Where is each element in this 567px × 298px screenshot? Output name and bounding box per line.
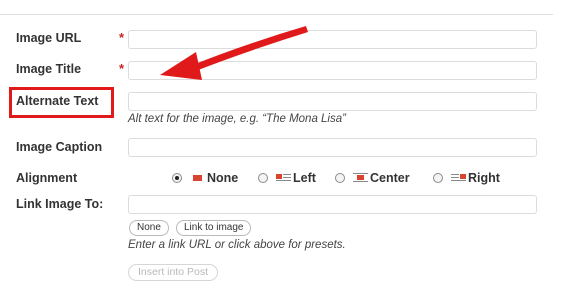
- annotation-arrow: [160, 26, 308, 80]
- image-url-label: Image URL: [16, 31, 82, 45]
- alignment-center-radio[interactable]: [335, 173, 345, 183]
- alignment-none-radio[interactable]: [172, 173, 182, 183]
- image-caption-input[interactable]: [128, 138, 537, 157]
- insert-into-post-button[interactable]: Insert into Post: [128, 264, 219, 281]
- align-none-icon: [193, 175, 202, 181]
- alignment-center-label: Center: [370, 171, 410, 185]
- link-url-input[interactable]: [128, 195, 537, 214]
- image-caption-label: Image Caption: [16, 140, 103, 154]
- alignment-right-radio[interactable]: [433, 173, 443, 183]
- link-none-button[interactable]: None: [129, 220, 169, 236]
- alignment-option-center[interactable]: Center: [335, 171, 410, 185]
- link-image-to-label: Link Image To:: [16, 197, 104, 211]
- alignment-right-label: Right: [468, 171, 500, 185]
- alignment-option-left[interactable]: Left: [258, 171, 316, 185]
- alignment-option-right[interactable]: Right: [433, 171, 500, 185]
- image-title-label: Image Title: [16, 62, 82, 76]
- link-image-help: Enter a link URL or click above for pres…: [128, 239, 346, 251]
- image-title-required-mark: *: [119, 61, 125, 76]
- align-right-icon: [451, 174, 466, 181]
- annotation-highlight-box: [9, 87, 114, 118]
- alternate-text-help: Alt text for the image, e.g. “The Mona L…: [128, 113, 346, 125]
- alignment-left-label: Left: [293, 171, 316, 185]
- alignment-left-radio[interactable]: [258, 173, 268, 183]
- top-divider: [0, 14, 553, 15]
- alignment-option-none[interactable]: None: [172, 171, 238, 185]
- align-left-icon: [276, 174, 291, 181]
- alternate-text-input[interactable]: [128, 92, 537, 111]
- align-center-icon: [353, 173, 368, 182]
- alignment-none-label: None: [207, 171, 239, 185]
- image-url-required-mark: *: [119, 30, 125, 45]
- alignment-label: Alignment: [16, 171, 78, 185]
- link-to-image-button[interactable]: Link to image: [176, 220, 252, 236]
